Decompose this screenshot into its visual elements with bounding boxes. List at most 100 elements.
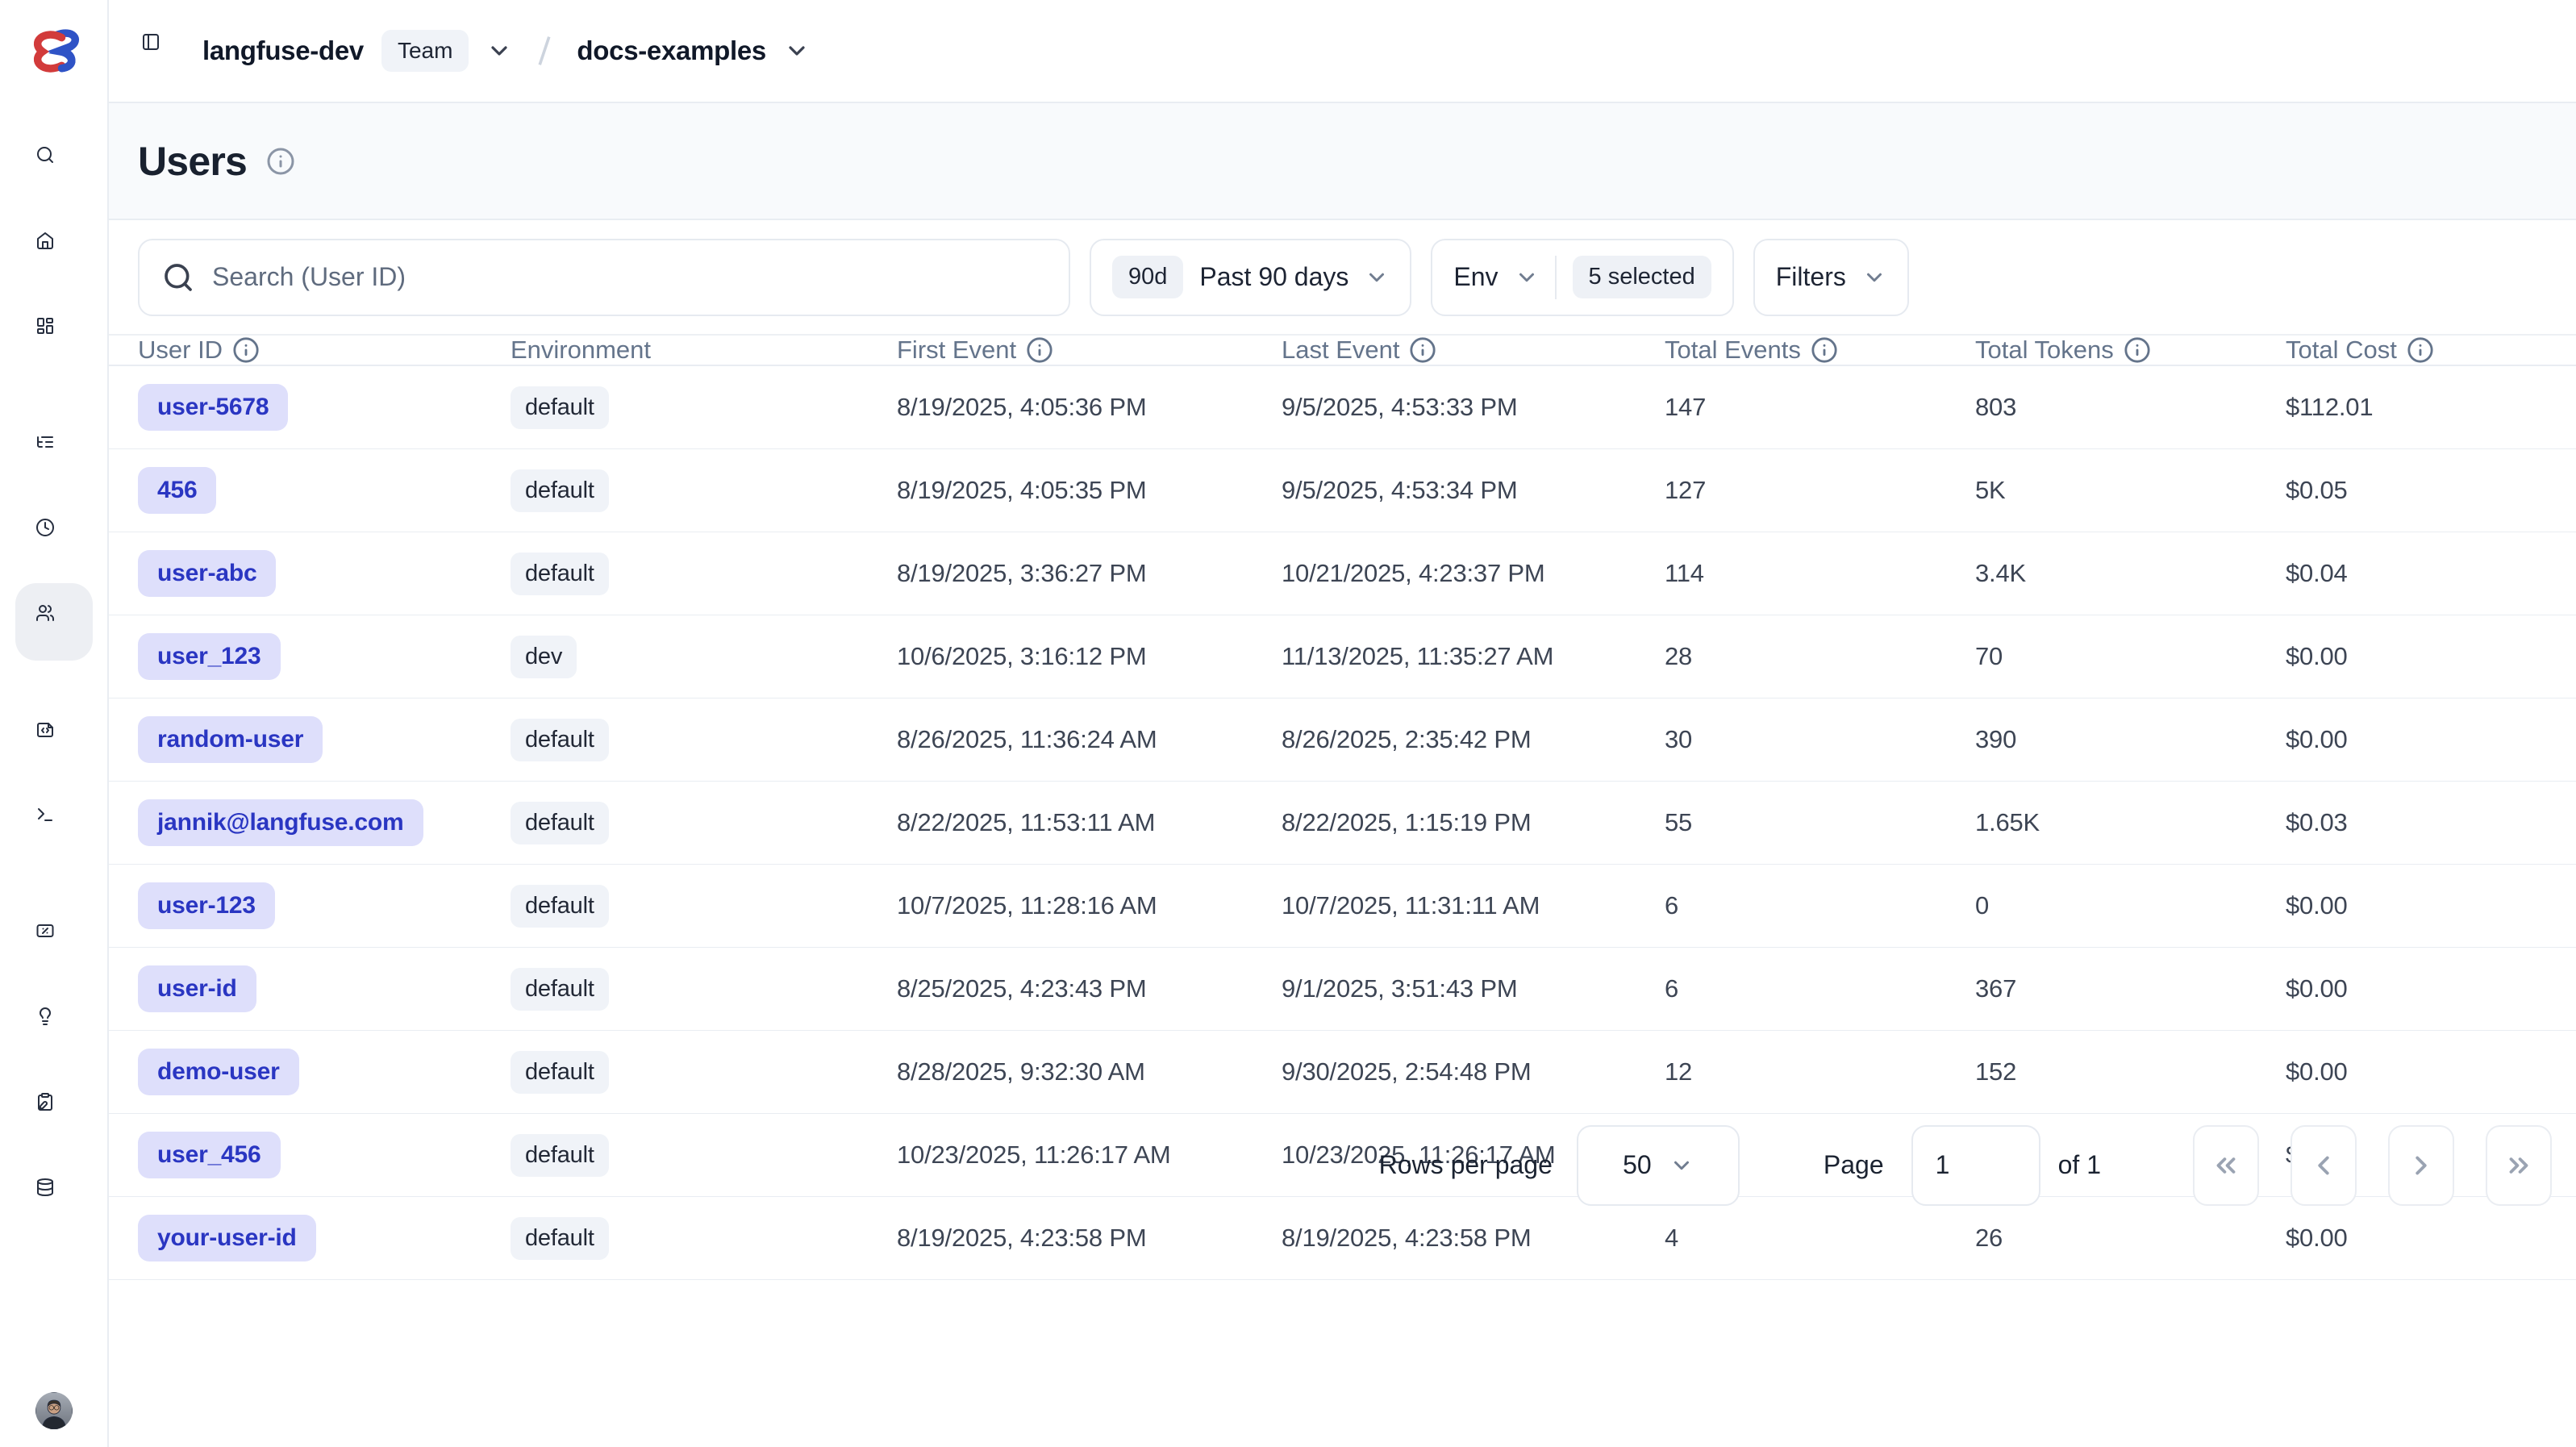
org-name[interactable]: langfuse-dev xyxy=(202,35,364,66)
search-box xyxy=(138,239,1070,316)
last-event-cell: 8/26/2025, 2:35:42 PM xyxy=(1282,725,1665,754)
sidebar-item-scores[interactable] xyxy=(0,897,108,982)
total-tokens-cell: 5K xyxy=(1975,476,2286,505)
sidebar-item-users[interactable] xyxy=(0,579,108,665)
column-header-first-event[interactable]: First Event xyxy=(897,336,1282,365)
user-id-badge[interactable]: 456 xyxy=(138,467,216,514)
page-number-input[interactable] xyxy=(1911,1125,2040,1206)
org-type-badge: Team xyxy=(381,30,469,72)
environment-filter-button[interactable]: Env 5 selected xyxy=(1431,239,1733,316)
sidebar-item-playground[interactable] xyxy=(0,781,108,866)
chevrons-left-icon xyxy=(2211,1150,2241,1181)
app-root: langfuse-dev Team docs-examples Users 90… xyxy=(0,0,2576,1447)
column-header-user-id[interactable]: User ID xyxy=(138,336,511,365)
user-id-badge[interactable]: user_123 xyxy=(138,633,281,680)
table-row[interactable]: user-abc default 8/19/2025, 3:36:27 PM 1… xyxy=(109,532,2576,615)
total-events-cell: 28 xyxy=(1665,642,1975,671)
search-input[interactable] xyxy=(212,262,1046,292)
first-event-cell: 10/6/2025, 3:16:12 PM xyxy=(897,642,1282,671)
percent-card-icon xyxy=(35,921,73,958)
column-header-total-events[interactable]: Total Events xyxy=(1665,336,1975,365)
table-row[interactable]: random-user default 8/26/2025, 11:36:24 … xyxy=(109,698,2576,782)
info-icon[interactable] xyxy=(1811,336,1838,364)
last-event-cell: 9/5/2025, 4:53:34 PM xyxy=(1282,476,1665,505)
table-row[interactable]: jannik@langfuse.com default 8/22/2025, 1… xyxy=(109,782,2576,865)
chevron-right-icon xyxy=(2406,1150,2436,1181)
sidebar-item-prompts[interactable] xyxy=(0,695,108,781)
sidebar-item-dashboards[interactable] xyxy=(0,292,108,377)
sidebar-item-sessions[interactable] xyxy=(0,494,108,579)
file-code-icon xyxy=(35,719,73,757)
user-id-cell: 456 xyxy=(138,467,511,514)
info-icon[interactable] xyxy=(2407,336,2434,364)
filters-button[interactable]: Filters xyxy=(1753,239,1909,316)
table-row[interactable]: user_123 dev 10/6/2025, 3:16:12 PM 11/13… xyxy=(109,615,2576,698)
sidebar-item-storage[interactable] xyxy=(0,1153,108,1239)
chevron-down-icon[interactable] xyxy=(784,38,810,64)
user-id-cell: user-abc xyxy=(138,550,511,597)
brand-logo[interactable] xyxy=(0,0,107,103)
dashboard-grid-icon xyxy=(35,316,73,353)
first-page-button[interactable] xyxy=(2193,1125,2259,1206)
total-cost-cell: $0.04 xyxy=(2286,559,2547,588)
page-label: Page xyxy=(1824,1150,1884,1180)
user-avatar[interactable] xyxy=(35,1392,73,1429)
info-icon[interactable] xyxy=(1409,336,1436,364)
environment-cell: default xyxy=(511,469,897,512)
user-id-badge[interactable]: user-5678 xyxy=(138,384,288,431)
sidebar-item-annotation[interactable] xyxy=(0,1068,108,1153)
info-icon[interactable] xyxy=(232,336,260,364)
chevrons-right-icon xyxy=(2503,1150,2534,1181)
chevron-down-icon[interactable] xyxy=(486,38,512,64)
date-range-badge: 90d xyxy=(1112,256,1183,298)
environment-badge: default xyxy=(511,553,609,595)
user-id-cell: jannik@langfuse.com xyxy=(138,799,511,846)
sidebar-item-evaluators[interactable] xyxy=(0,982,108,1068)
environment-badge: default xyxy=(511,386,609,429)
info-icon[interactable] xyxy=(1026,336,1053,364)
panel-left-icon xyxy=(141,32,178,69)
toolbar: 90d Past 90 days Env 5 selected Filters xyxy=(109,220,2576,334)
next-page-button[interactable] xyxy=(2388,1125,2454,1206)
total-tokens-cell: 3.4K xyxy=(1975,559,2286,588)
table-row[interactable]: user-5678 default 8/19/2025, 4:05:36 PM … xyxy=(109,366,2576,449)
total-cost-cell: $0.00 xyxy=(2286,642,2547,671)
project-name[interactable]: docs-examples xyxy=(577,35,766,66)
environment-badge: default xyxy=(511,469,609,512)
sidebar-toggle-button[interactable] xyxy=(141,32,178,69)
total-events-cell: 114 xyxy=(1665,559,1975,588)
sidebar-item-tracing[interactable] xyxy=(0,408,108,494)
sidebar-item-search[interactable] xyxy=(0,121,108,206)
lightbulb-icon xyxy=(35,1007,73,1044)
info-icon[interactable] xyxy=(2124,336,2151,364)
info-icon[interactable] xyxy=(266,147,295,176)
environment-cell: dev xyxy=(511,636,897,678)
divider xyxy=(1555,256,1557,299)
column-label: Total Tokens xyxy=(1975,336,2114,365)
topbar: langfuse-dev Team docs-examples xyxy=(109,0,2576,103)
page-title: Users xyxy=(138,138,247,185)
column-label: First Event xyxy=(897,336,1016,365)
last-page-button[interactable] xyxy=(2486,1125,2552,1206)
user-id-badge[interactable]: jannik@langfuse.com xyxy=(138,799,423,846)
user-id-cell: user_123 xyxy=(138,633,511,680)
date-range-button[interactable]: 90d Past 90 days xyxy=(1090,239,1411,316)
column-label: Total Cost xyxy=(2286,336,2397,365)
first-event-cell: 8/19/2025, 4:05:36 PM xyxy=(897,393,1282,422)
home-icon xyxy=(35,231,73,268)
column-header-total-tokens[interactable]: Total Tokens xyxy=(1975,336,2286,365)
first-event-cell: 8/19/2025, 4:05:35 PM xyxy=(897,476,1282,505)
rows-per-page-select[interactable]: 50 xyxy=(1577,1125,1740,1206)
sidebar-item-home[interactable] xyxy=(0,206,108,292)
column-header-environment[interactable]: Environment xyxy=(511,336,897,365)
pagination-footer: Rows per page 50 Page of 1 xyxy=(109,888,2576,1447)
previous-page-button[interactable] xyxy=(2290,1125,2357,1206)
user-id-badge[interactable]: user-abc xyxy=(138,550,276,597)
column-header-last-event[interactable]: Last Event xyxy=(1282,336,1665,365)
users-icon xyxy=(35,603,73,640)
table-row[interactable]: 456 default 8/19/2025, 4:05:35 PM 9/5/20… xyxy=(109,449,2576,532)
column-label: Environment xyxy=(511,336,651,365)
column-header-total-cost[interactable]: Total Cost xyxy=(2286,336,2547,365)
table-header-row: User ID Environment First Event Last Eve… xyxy=(109,334,2576,366)
user-id-badge[interactable]: random-user xyxy=(138,716,323,763)
